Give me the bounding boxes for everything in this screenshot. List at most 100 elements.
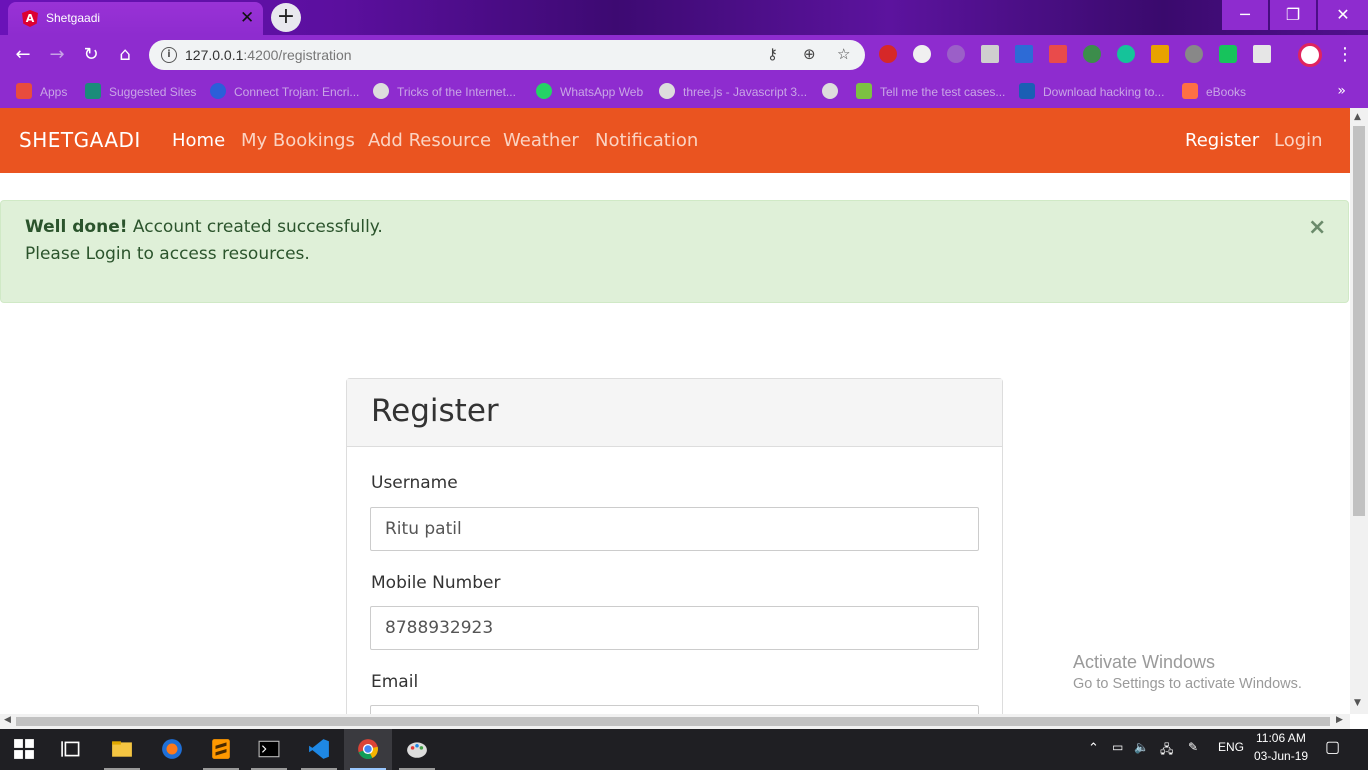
s-logo-icon: [1019, 83, 1035, 99]
reload-icon[interactable]: ↻: [80, 44, 102, 66]
bookmark-apps[interactable]: Apps: [16, 82, 67, 102]
tab-title: Shetgaadi: [46, 11, 101, 25]
forward-icon[interactable]: →: [46, 44, 68, 66]
scroll-thumb[interactable]: [1353, 126, 1365, 516]
mobile-number-input[interactable]: [370, 606, 979, 650]
taskbar-firefox[interactable]: [148, 729, 196, 770]
brand-logo[interactable]: SHETGAADI: [19, 128, 141, 152]
vertical-scrollbar[interactable]: ▲ ▼: [1350, 108, 1368, 714]
alert-line2: Please Login to access resources.: [25, 244, 310, 264]
bookmark-test-cases[interactable]: Tell me the test cases...: [856, 82, 1005, 102]
browser-menu-icon[interactable]: ⋮: [1336, 43, 1354, 67]
tab-close-icon[interactable]: ✕: [240, 8, 254, 28]
extension-speaker-icon[interactable]: [1151, 45, 1169, 63]
bookmark-label: Tell me the test cases...: [880, 85, 1006, 99]
bookmark-tricks-internet[interactable]: Tricks of the Internet...: [373, 82, 516, 102]
extension-plus-icon[interactable]: [1049, 45, 1067, 63]
bookmark-whatsapp-web[interactable]: WhatsApp Web: [536, 82, 643, 102]
window-restore-button[interactable]: ❐: [1270, 0, 1316, 30]
scroll-up-icon[interactable]: ▲: [1354, 112, 1361, 122]
taskbar-vscode[interactable]: [295, 729, 343, 770]
bookmark-connect-trojan[interactable]: Connect Trojan: Encri...: [210, 82, 359, 102]
nav-notification[interactable]: Notification: [595, 130, 698, 151]
site-info-icon[interactable]: i: [161, 47, 177, 63]
extension-screen-icon[interactable]: [981, 45, 999, 63]
bookmark-ebooks[interactable]: eBooks: [1182, 82, 1246, 102]
scroll-right-icon[interactable]: ▶: [1336, 715, 1343, 725]
extension-video-icon[interactable]: [1219, 45, 1237, 63]
extension-puzzle-icon[interactable]: [1015, 45, 1033, 63]
home-icon[interactable]: ⌂: [114, 44, 136, 66]
volume-icon[interactable]: 🔈: [1134, 740, 1149, 754]
back-icon[interactable]: ←: [12, 44, 34, 66]
pen-icon[interactable]: ✎: [1188, 740, 1198, 754]
app-navbar: SHETGAADI Home My Bookings Add Resource …: [0, 108, 1350, 173]
bookmarks-overflow-icon[interactable]: »: [1337, 83, 1346, 99]
extension-m-icon[interactable]: [1185, 45, 1203, 63]
nav-add-resource[interactable]: Add Resource: [368, 130, 491, 151]
task-view-icon: [61, 741, 80, 757]
window-minimize-button[interactable]: ─: [1222, 0, 1268, 30]
email-input[interactable]: [370, 705, 979, 714]
clock-time[interactable]: 11:06 AM: [1256, 731, 1306, 745]
notifications-icon[interactable]: ▢: [1325, 737, 1340, 757]
username-label: Username: [371, 473, 458, 493]
paint-palette-icon: [407, 742, 427, 758]
taskbar-paint[interactable]: [393, 729, 441, 770]
alert-close-icon[interactable]: ×: [1308, 215, 1326, 240]
input-language[interactable]: ENG: [1218, 740, 1244, 754]
bookmark-globe[interactable]: [822, 82, 846, 102]
taskbar-sublime[interactable]: [197, 729, 245, 770]
bookmark-star-icon[interactable]: ☆: [837, 45, 850, 63]
taskbar-terminal[interactable]: [245, 729, 293, 770]
nav-register[interactable]: Register: [1185, 130, 1259, 151]
zoom-icon[interactable]: ⊕: [803, 45, 816, 63]
bookmarks-bar: Apps Suggested Sites Connect Trojan: Enc…: [0, 75, 1368, 108]
extension-pin-icon[interactable]: [1083, 45, 1101, 63]
bookmark-suggested-sites[interactable]: Suggested Sites: [85, 82, 196, 102]
start-button[interactable]: [0, 729, 48, 770]
bookmark-label: Suggested Sites: [109, 85, 197, 99]
email-label: Email: [371, 672, 419, 692]
bookmark-download-hacking[interactable]: Download hacking to...: [1019, 82, 1164, 102]
tray-overflow-icon[interactable]: ⌃: [1088, 740, 1099, 756]
taskbar-file-explorer[interactable]: [98, 729, 146, 770]
battery-icon[interactable]: ▭: [1112, 740, 1123, 754]
bookmark-label: three.js - Javascript 3...: [683, 85, 808, 99]
extension-gray-icon[interactable]: [947, 45, 965, 63]
bookmark-label: Apps: [40, 85, 68, 99]
sublime-text-icon: [212, 739, 230, 759]
scroll-down-icon[interactable]: ▼: [1354, 698, 1361, 708]
nav-home[interactable]: Home: [172, 130, 225, 151]
page-viewport: SHETGAADI Home My Bookings Add Resource …: [0, 108, 1350, 714]
vscode-icon: [309, 739, 329, 759]
nav-my-bookings[interactable]: My Bookings: [241, 130, 355, 151]
chrome-icon: [358, 739, 378, 760]
window-close-button[interactable]: ✕: [1318, 0, 1368, 30]
extension-mmra-icon[interactable]: [1253, 45, 1271, 63]
taskbar-chrome[interactable]: [344, 729, 392, 770]
clock-date[interactable]: 03-Jun-19: [1254, 749, 1308, 763]
network-icon[interactable]: 🖧: [1160, 740, 1173, 761]
extension-play-icon[interactable]: [913, 45, 931, 63]
bookmark-label: Tricks of the Internet...: [397, 85, 516, 99]
globe-icon: [373, 83, 389, 99]
nav-weather[interactable]: Weather: [503, 130, 579, 151]
nav-login[interactable]: Login: [1274, 130, 1323, 151]
bing-icon: [85, 83, 101, 99]
profile-avatar[interactable]: [1298, 43, 1322, 67]
mobile-label: Mobile Number: [371, 573, 501, 593]
apps-grid-icon: [16, 83, 32, 99]
task-view-button[interactable]: [48, 729, 96, 770]
extension-grammarly-icon[interactable]: [1117, 45, 1135, 63]
address-bar[interactable]: i 127.0.0.1:4200/registration ⚷ ⊕ ☆: [149, 40, 865, 70]
bookmark-threejs[interactable]: three.js - Javascript 3...: [659, 82, 807, 102]
horizontal-scrollbar[interactable]: ◀ ▶: [0, 714, 1350, 729]
extension-adblock-icon[interactable]: [879, 45, 897, 63]
new-tab-button[interactable]: +: [271, 3, 301, 32]
key-icon[interactable]: ⚷: [767, 45, 778, 63]
horizontal-scroll-thumb[interactable]: [16, 717, 1330, 726]
browser-tab[interactable]: A Shetgaadi ✕: [8, 2, 263, 35]
scroll-left-icon[interactable]: ◀: [4, 715, 11, 725]
username-input[interactable]: [370, 507, 979, 551]
